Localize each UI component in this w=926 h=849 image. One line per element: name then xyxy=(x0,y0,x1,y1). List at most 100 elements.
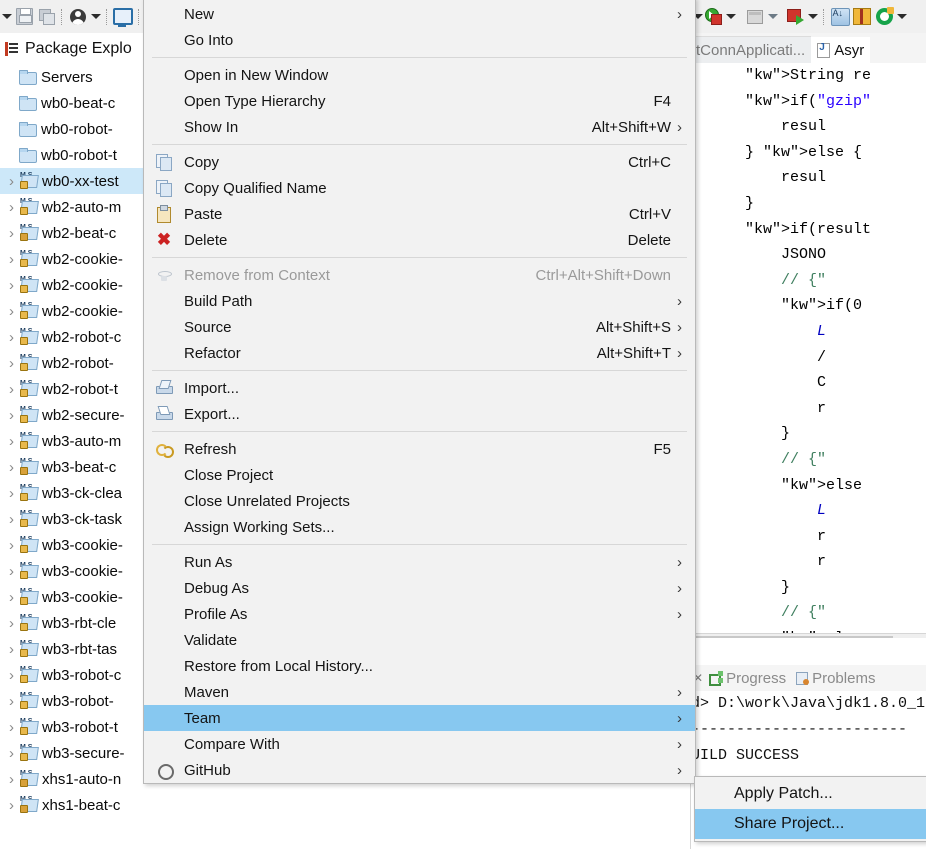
menu-item-team[interactable]: Team › xyxy=(144,705,695,731)
expand-arrow-icon[interactable] xyxy=(4,745,19,762)
expand-arrow-icon[interactable] xyxy=(4,277,19,294)
tree-item-wb3-ck-clea[interactable]: M Swb3-ck-clea xyxy=(0,480,143,506)
sort-members-icon[interactable] xyxy=(830,7,850,27)
expand-arrow-icon[interactable] xyxy=(4,407,19,424)
menu-item-copy[interactable]: CopyCtrl+C› xyxy=(144,149,695,175)
external-tools-dropdown-arrow[interactable] xyxy=(766,7,779,27)
external-tools-icon[interactable] xyxy=(745,7,765,27)
bottom-view-tab-problems[interactable]: Problems xyxy=(795,670,875,687)
tree-item-servers[interactable]: Servers xyxy=(0,64,143,90)
expand-arrow-icon[interactable] xyxy=(4,485,19,502)
toolbar-left-overflow-arrow[interactable] xyxy=(0,7,13,27)
tree-item-wb3-cookie-[interactable]: M Swb3-cookie- xyxy=(0,558,143,584)
bottom-view-tab-progress[interactable]: Progress xyxy=(709,670,786,687)
menu-item-compare-with[interactable]: Compare With › xyxy=(144,731,695,757)
tree-item-wb2-robot-t[interactable]: M Swb2-robot-t xyxy=(0,376,143,402)
tree-item-wb0-robot-t[interactable]: wb0-robot-t xyxy=(0,142,143,168)
tree-item-wb3-robot-t[interactable]: M Swb3-robot-t xyxy=(0,714,143,740)
menu-item-new[interactable]: New › xyxy=(144,1,695,27)
expand-arrow-icon[interactable] xyxy=(4,797,19,814)
expand-arrow-icon[interactable] xyxy=(4,537,19,554)
expand-arrow-icon[interactable] xyxy=(4,355,19,372)
menu-item-paste[interactable]: PasteCtrl+V› xyxy=(144,201,695,227)
menu-item-source[interactable]: Source Alt+Shift+S › xyxy=(144,314,695,340)
menu-item-show-in[interactable]: Show In Alt+Shift+W › xyxy=(144,114,695,140)
expand-arrow-icon[interactable] xyxy=(4,329,19,346)
green-refresh-icon[interactable] xyxy=(874,7,894,27)
menu-item-restore-from-local-history[interactable]: Restore from Local History...› xyxy=(144,653,695,679)
menu-item-github[interactable]: GitHub › xyxy=(144,757,695,783)
expand-arrow-icon[interactable] xyxy=(4,667,19,684)
expand-arrow-icon[interactable] xyxy=(4,615,19,632)
tree-item-wb3-robot-[interactable]: M Swb3-robot- xyxy=(0,688,143,714)
expand-arrow-icon[interactable] xyxy=(4,251,19,268)
expand-arrow-icon[interactable] xyxy=(4,303,19,320)
menu-item-assign-working-sets[interactable]: Assign Working Sets...› xyxy=(144,514,695,540)
screen-icon[interactable] xyxy=(113,7,133,27)
menu-item-delete[interactable]: ✖DeleteDelete› xyxy=(144,227,695,253)
menu-item-refactor[interactable]: Refactor Alt+Shift+T › xyxy=(144,340,695,366)
debug-icon[interactable] xyxy=(785,7,805,27)
menu-item-close-unrelated-projects[interactable]: Close Unrelated Projects› xyxy=(144,488,695,514)
tree-item-wb3-beat-c[interactable]: M Swb3-beat-c xyxy=(0,454,143,480)
menu-item-close-project[interactable]: Close Project› xyxy=(144,462,695,488)
tree-item-wb2-robot-c[interactable]: M Swb2-robot-c xyxy=(0,324,143,350)
expand-arrow-icon[interactable] xyxy=(4,563,19,580)
expand-arrow-icon[interactable] xyxy=(4,225,19,242)
menu-item-build-path[interactable]: Build Path › xyxy=(144,288,695,314)
menu-item-open-type-hierarchy[interactable]: Open Type HierarchyF4› xyxy=(144,88,695,114)
expand-arrow-icon[interactable] xyxy=(4,719,19,736)
run-dropdown-arrow[interactable] xyxy=(724,7,737,27)
tree-item-wb3-secure-[interactable]: M Swb3-secure- xyxy=(0,740,143,766)
expand-arrow-icon[interactable] xyxy=(4,199,19,216)
tree-item-wb0-robot-[interactable]: wb0-robot- xyxy=(0,116,143,142)
person-icon[interactable] xyxy=(68,7,88,27)
expand-arrow-icon[interactable] xyxy=(4,641,19,658)
tree-item-wb0-xx-test[interactable]: M Swb0-xx-test xyxy=(0,168,143,194)
menu-item-run-as[interactable]: Run As › xyxy=(144,549,695,575)
tree-item-wb3-ck-task[interactable]: M Swb3-ck-task xyxy=(0,506,143,532)
tree-item-wb3-rbt-tas[interactable]: M Swb3-rbt-tas xyxy=(0,636,143,662)
tree-item-wb2-cookie-[interactable]: M Swb2-cookie- xyxy=(0,272,143,298)
menu-item-go-into[interactable]: Go Into› xyxy=(144,27,695,53)
editor-scroll-thumb[interactable] xyxy=(693,636,893,638)
tree-item-wb2-cookie-[interactable]: M Swb2-cookie- xyxy=(0,298,143,324)
new-package-icon[interactable] xyxy=(852,7,872,27)
tree-item-wb2-cookie-[interactable]: M Swb2-cookie- xyxy=(0,246,143,272)
person-dropdown-arrow[interactable] xyxy=(89,7,102,27)
menu-item-validate[interactable]: Validate› xyxy=(144,627,695,653)
expand-arrow-icon[interactable] xyxy=(4,433,19,450)
tree-item-wb3-rbt-cle[interactable]: M Swb3-rbt-cle xyxy=(0,610,143,636)
editor-tab-1[interactable]: Asyr xyxy=(811,37,871,63)
tree-item-wb3-cookie-[interactable]: M Swb3-cookie- xyxy=(0,584,143,610)
team-submenu[interactable]: Apply Patch... Share Project... xyxy=(694,776,926,842)
expand-arrow-icon[interactable] xyxy=(4,693,19,710)
expand-arrow-icon[interactable] xyxy=(4,459,19,476)
editor-tab-0[interactable]: tConnApplicati... xyxy=(690,36,812,63)
expand-arrow-icon[interactable] xyxy=(4,771,19,788)
menu-item-debug-as[interactable]: Debug As › xyxy=(144,575,695,601)
expand-arrow-icon[interactable] xyxy=(4,173,19,190)
expand-arrow-icon[interactable] xyxy=(4,511,19,528)
tree-item-wb2-auto-m[interactable]: M Swb2-auto-m xyxy=(0,194,143,220)
tree-item-xhs1-beat-c[interactable]: M Sxhs1-beat-c xyxy=(0,792,143,818)
menu-item-profile-as[interactable]: Profile As › xyxy=(144,601,695,627)
tree-item-wb3-cookie-[interactable]: M Swb3-cookie- xyxy=(0,532,143,558)
submenu-item-apply-patch[interactable]: Apply Patch... xyxy=(695,779,926,809)
save-all-icon[interactable] xyxy=(36,7,56,27)
debug-dropdown-arrow[interactable] xyxy=(806,7,819,27)
tree-item-wb2-robot-[interactable]: M Swb2-robot- xyxy=(0,350,143,376)
menu-item-remove-from-context[interactable]: Remove from ContextCtrl+Alt+Shift+Down› xyxy=(144,262,695,288)
editor-tab-bar[interactable]: tConnApplicati... Asyr xyxy=(690,33,926,63)
expand-arrow-icon[interactable] xyxy=(4,381,19,398)
expand-arrow-icon[interactable] xyxy=(4,589,19,606)
tree-item-wb3-auto-m[interactable]: M Swb3-auto-m xyxy=(0,428,143,454)
menu-item-copy-qualified-name[interactable]: Copy Qualified Name› xyxy=(144,175,695,201)
menu-item-refresh[interactable]: RefreshF5› xyxy=(144,436,695,462)
project-tree[interactable]: Serverswb0-beat-cwb0-robot-wb0-robot-tM … xyxy=(0,64,143,818)
menu-item-export[interactable]: Export...› xyxy=(144,401,695,427)
tree-item-wb3-robot-c[interactable]: M Swb3-robot-c xyxy=(0,662,143,688)
menu-item-maven[interactable]: Maven › xyxy=(144,679,695,705)
java-source-editor[interactable]: "kw">String re "kw">if("gzip" resul } "k… xyxy=(690,63,926,638)
tree-item-xhs1-auto-n[interactable]: M Sxhs1-auto-n xyxy=(0,766,143,792)
